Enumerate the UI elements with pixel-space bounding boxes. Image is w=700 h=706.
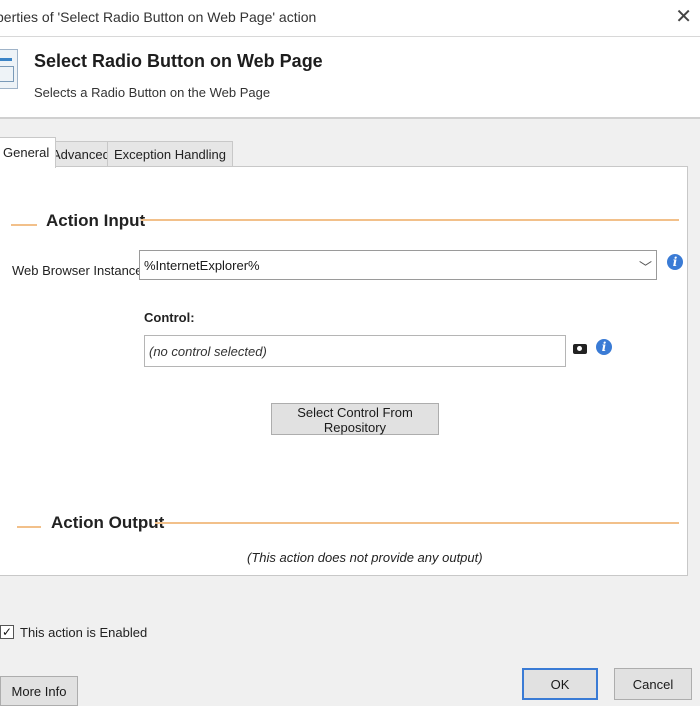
action-header: Select Radio Button on Web Page Selects …: [0, 37, 700, 119]
action-output-heading: Action Output: [51, 513, 165, 532]
camera-icon[interactable]: [573, 344, 587, 354]
control-field[interactable]: (no control selected): [144, 335, 566, 367]
more-info-button[interactable]: More Info: [0, 676, 78, 706]
browser-instance-dropdown[interactable]: %InternetExplorer% ﹀: [139, 250, 657, 280]
window-title: perties of 'Select Radio Button on Web P…: [0, 9, 317, 25]
info-icon[interactable]: i: [667, 254, 683, 270]
ok-button[interactable]: OK: [522, 668, 598, 700]
cancel-button[interactable]: Cancel: [614, 668, 692, 700]
tab-general[interactable]: General: [0, 137, 57, 168]
section-divider: [17, 526, 41, 528]
close-icon[interactable]: ✕: [675, 4, 692, 29]
chevron-down-icon: ﹀: [638, 260, 652, 275]
action-description: Selects a Radio Button on the Web Page: [34, 85, 271, 100]
enabled-checkbox[interactable]: ✓: [0, 625, 14, 639]
browser-instance-label: Web Browser Instance:: [12, 263, 147, 278]
general-panel: Action Input Web Browser Instance: %Inte…: [0, 166, 688, 576]
action-input-heading: Action Input: [46, 211, 146, 230]
info-icon[interactable]: i: [596, 339, 612, 355]
action-icon: [0, 49, 18, 89]
browser-instance-value: %InternetExplorer%: [144, 258, 260, 273]
control-label: Control:: [144, 310, 195, 325]
section-divider: [141, 219, 679, 221]
title-bar: perties of 'Select Radio Button on Web P…: [0, 0, 700, 37]
tab-exception-handling[interactable]: Exception Handling: [107, 141, 234, 167]
action-title: Select Radio Button on Web Page: [34, 51, 323, 71]
enabled-label: This action is Enabled: [20, 625, 148, 640]
control-value: (no control selected): [149, 344, 267, 359]
section-divider: [11, 224, 37, 226]
select-control-from-repository-button[interactable]: Select Control From Repository: [271, 403, 439, 435]
section-divider: [155, 522, 679, 524]
action-output-note: (This action does not provide any output…: [247, 550, 483, 565]
